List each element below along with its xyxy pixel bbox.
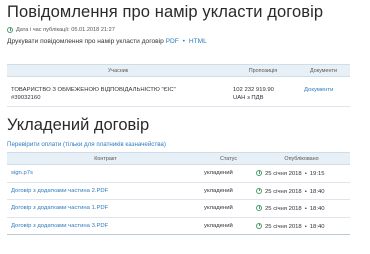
print-notice-row: Друкувати повідомлення про намір укласти…	[7, 38, 207, 45]
contracts-table: Контракт Статус Опубліковано sign.p7s ук…	[7, 152, 350, 235]
table-row: Договір з додатками частина 1.PDF укладе…	[7, 199, 350, 218]
contract-file-link[interactable]: Договір з додатками частина 1.PDF	[11, 205, 108, 211]
publication-date-label: Дата і час публікації:	[16, 27, 70, 33]
publication-date-row: Дата і час публікації: 05.01.2018 21:27	[7, 27, 115, 33]
contract-status: укладений	[204, 199, 253, 218]
contract-file-link[interactable]: Договір з додатками частина 2.PDF	[11, 188, 108, 194]
clock-icon	[256, 222, 262, 229]
published-cell: 25 січня 2018 • 18:40	[253, 199, 350, 218]
offer-amount: 102 232 919.90	[233, 87, 274, 93]
documents-cell: Документи	[297, 76, 350, 107]
format-separator: •	[182, 38, 185, 45]
column-header-participant: Учасник	[7, 64, 229, 77]
print-html-link[interactable]: HTML	[189, 38, 207, 45]
recheck-payments-link[interactable]: Перевірити оплати (тільки для платників …	[7, 141, 166, 148]
published-date: 25 січня 2018	[265, 188, 302, 195]
column-header-offer: Пропозиція	[229, 64, 297, 77]
clock-icon	[256, 170, 262, 176]
participant-id: #39032160	[11, 94, 41, 101]
contract-file-cell: Договір з додатками частина 3.PDF	[7, 217, 204, 235]
offer-currency: UAH з ПДВ	[233, 94, 264, 101]
clock-icon	[256, 205, 262, 211]
print-pdf-link[interactable]: PDF	[166, 38, 179, 45]
table-row: ТОВАРИСТВО З ОБМЕЖЕНОЮ ВІДПОВІДАЛЬНІСТЮ …	[7, 76, 350, 107]
contract-status: укладений	[204, 182, 253, 200]
contract-file-cell: Договір з додатками частина 2.PDF	[7, 182, 204, 200]
published-time: 18:40	[309, 223, 325, 230]
published-time: 19:15	[309, 171, 325, 177]
date-time-separator: •	[304, 171, 307, 177]
participants-table: Учасник Пропозиція Документи ТОВАРИСТВО …	[7, 64, 350, 107]
contract-file-link[interactable]: Договір з додатками частина 3.PDF	[11, 223, 108, 229]
participants-table-header: Учасник Пропозиція Документи	[7, 64, 350, 77]
published-cell: 25 січня 2018 • 19:15	[253, 164, 350, 183]
date-time-separator: •	[304, 188, 307, 195]
date-time-separator: •	[304, 206, 307, 212]
offer-cell: 102 232 919.90 UAH з ПДВ	[229, 76, 297, 107]
contracts-table-header: Контракт Статус Опубліковано	[7, 152, 350, 165]
published-date: 25 січня 2018	[265, 171, 302, 177]
contract-status: укладений	[204, 217, 253, 235]
column-header-status: Статус	[204, 152, 253, 165]
documents-link[interactable]: Документи	[304, 87, 333, 93]
column-header-documents: Документи	[297, 64, 350, 77]
contract-file-cell: Договір з додатками частина 1.PDF	[7, 199, 204, 218]
clock-icon	[7, 27, 13, 33]
participant-name: ТОВАРИСТВО З ОБМЕЖЕНОЮ ВІДПОВІДАЛЬНІСТЮ …	[11, 87, 176, 93]
table-row: Договір з додатками частина 2.PDF укладе…	[7, 182, 350, 200]
table-row: sign.p7s укладений 25 січня 2018 • 19:15	[7, 164, 350, 183]
column-header-contract: Контракт	[7, 152, 204, 165]
publication-date-value: 05.01.2018 21:27	[71, 27, 115, 33]
contract-title: Укладений договір	[7, 116, 150, 134]
date-time-separator: •	[304, 223, 307, 230]
contract-file-link[interactable]: sign.p7s	[11, 170, 33, 176]
clock-icon	[256, 187, 262, 194]
contract-file-cell: sign.p7s	[7, 164, 204, 183]
participant-cell: ТОВАРИСТВО З ОБМЕЖЕНОЮ ВІДПОВІДАЛЬНІСТЮ …	[7, 76, 229, 107]
published-time: 18:40	[309, 206, 325, 212]
published-date: 25 січня 2018	[265, 206, 302, 212]
published-date: 25 січня 2018	[265, 223, 302, 230]
published-cell: 25 січня 2018 • 18:40	[253, 182, 350, 200]
column-header-published: Опубліковано	[253, 152, 350, 165]
contract-status: укладений	[204, 164, 253, 183]
notice-title: Повідомлення про намір укласти договір	[7, 3, 324, 21]
published-time: 18:40	[309, 188, 325, 195]
table-row: Договір з додатками частина 3.PDF укладе…	[7, 217, 350, 235]
published-cell: 25 січня 2018 • 18:40	[253, 217, 350, 235]
print-notice-label: Друкувати повідомлення про намір укласти…	[7, 38, 164, 45]
